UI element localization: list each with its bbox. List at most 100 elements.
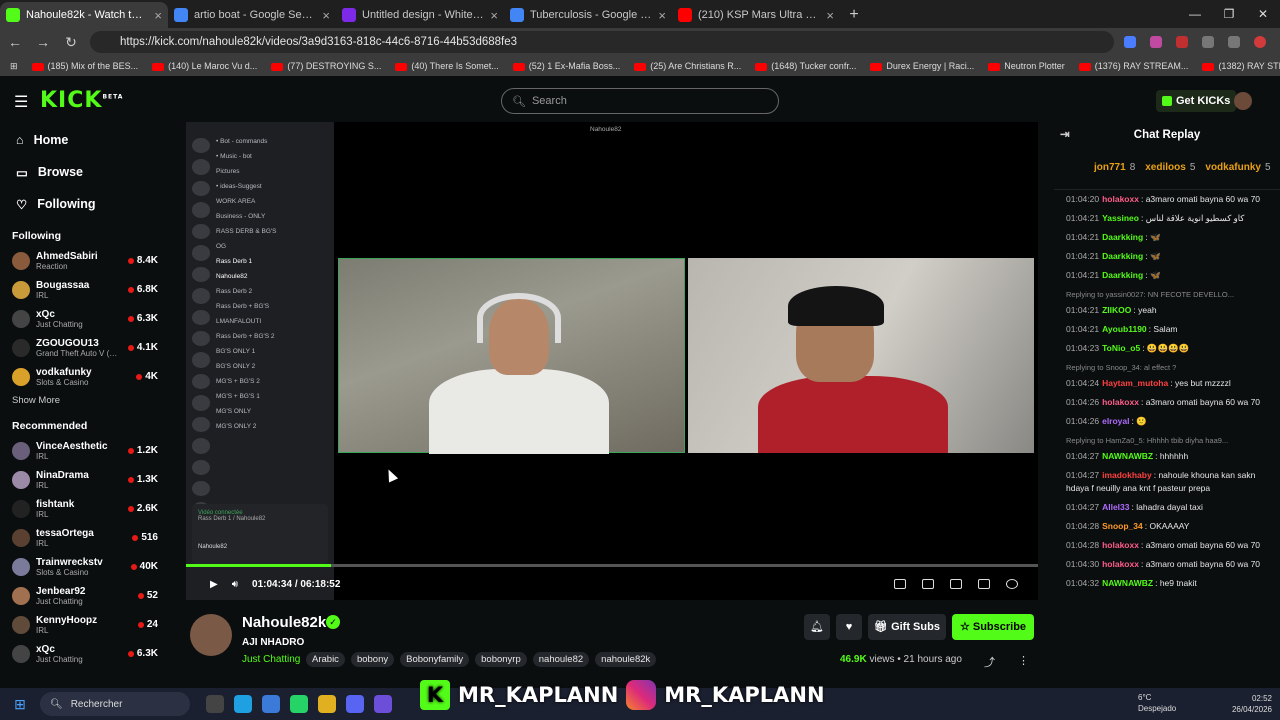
message-username[interactable]: NAWNAWBZ bbox=[1102, 578, 1153, 588]
message-username[interactable]: Daarkking bbox=[1102, 251, 1143, 261]
windows-start-icon[interactable]: ⊞ bbox=[0, 696, 40, 713]
video-player[interactable]: • Bot - commands • Music - bot Pictures • i… bbox=[186, 122, 1038, 600]
channel-avatar[interactable] bbox=[190, 614, 232, 656]
channel-item[interactable]: xQc Just Chatting 6.3K bbox=[0, 639, 170, 668]
reload-icon[interactable]: ↻ bbox=[62, 34, 80, 51]
bell-icon[interactable]: 🔔︎ bbox=[804, 614, 830, 640]
channel-item[interactable]: vodkafunky Slots & Casino 4K bbox=[0, 362, 170, 391]
file-explorer-icon[interactable] bbox=[318, 695, 336, 713]
forward-icon[interactable]: → bbox=[34, 34, 52, 50]
clock[interactable]: 02:52 26/04/2026 bbox=[1232, 693, 1272, 715]
maximize-icon[interactable]: ❐ bbox=[1212, 0, 1246, 28]
channel-item[interactable]: Jenbear92 Just Chatting 52 bbox=[0, 581, 170, 610]
collapse-chat-icon[interactable]: ⇥ bbox=[1060, 124, 1070, 146]
edge-icon[interactable] bbox=[262, 695, 280, 713]
tag-chip[interactable]: Bobonyfamily bbox=[400, 652, 470, 667]
copilot-icon[interactable] bbox=[234, 695, 252, 713]
browser-tab[interactable]: Untitled design - Whiteboard × bbox=[336, 2, 504, 28]
browser-tab[interactable]: Nahoule82k - Watch the VO × bbox=[0, 2, 168, 28]
tag-chip[interactable]: bobonyrp bbox=[475, 652, 527, 667]
message-username[interactable]: holakoxx bbox=[1102, 559, 1139, 569]
tag-chip[interactable]: nahoule82 bbox=[532, 652, 590, 667]
clip-icon[interactable] bbox=[894, 579, 906, 589]
close-tab-icon[interactable]: × bbox=[658, 8, 666, 23]
close-tab-icon[interactable]: × bbox=[826, 8, 834, 23]
profile-icon[interactable] bbox=[1254, 36, 1266, 48]
message-username[interactable]: Daarkking bbox=[1102, 270, 1143, 280]
settings-icon[interactable] bbox=[1006, 579, 1018, 589]
channel-item[interactable]: ZGOUGOU13 Grand Theft Auto V (G... 4.1K bbox=[0, 333, 170, 362]
bookmark-item[interactable]: (52) 1 Ex-Mafia Boss... bbox=[512, 61, 620, 71]
nav-following[interactable]: ♡ Following bbox=[0, 188, 170, 220]
close-icon[interactable]: ✕ bbox=[1246, 0, 1280, 28]
channel-item[interactable]: Bougassaa IRL 6.8K bbox=[0, 275, 170, 304]
apps-icon[interactable]: ⊞ bbox=[10, 61, 18, 72]
channel-item[interactable]: NinaDrama IRL 1.3K bbox=[0, 465, 170, 494]
search-input[interactable]: 🔍︎ Search bbox=[501, 88, 779, 114]
channel-item[interactable]: AhmedSabiri Reaction 8.4K bbox=[0, 246, 170, 275]
extension-icon[interactable] bbox=[1176, 36, 1188, 48]
bookmark-item[interactable]: Neutron Plotter bbox=[988, 61, 1065, 71]
bookmark-item[interactable]: (185) Mix of the BES... bbox=[31, 61, 138, 71]
message-username[interactable]: NAWNAWBZ bbox=[1102, 451, 1153, 461]
category-link[interactable]: Just Chatting bbox=[242, 654, 300, 665]
close-tab-icon[interactable]: × bbox=[490, 8, 498, 23]
channel-item[interactable]: KennyHoopz IRL 24 bbox=[0, 610, 170, 639]
message-username[interactable]: imadokhaby bbox=[1102, 470, 1152, 480]
message-username[interactable]: holakoxx bbox=[1102, 397, 1139, 407]
pip-icon[interactable] bbox=[950, 579, 962, 589]
browser-tab[interactable]: (210) KSP Mars Ultra Direct: Lu × bbox=[672, 2, 840, 28]
fullscreen-icon[interactable] bbox=[978, 579, 990, 589]
menu-icon[interactable]: ☰ bbox=[14, 92, 28, 112]
message-username[interactable]: elroyal bbox=[1102, 416, 1129, 426]
puzzle-icon[interactable] bbox=[1202, 36, 1214, 48]
message-username[interactable]: Allel33 bbox=[1102, 502, 1129, 512]
theatre-icon[interactable] bbox=[922, 579, 934, 589]
user-avatar[interactable] bbox=[1234, 92, 1252, 110]
close-tab-icon[interactable]: × bbox=[322, 8, 330, 23]
message-username[interactable]: Ayoub1190 bbox=[1102, 324, 1147, 334]
bookmark-item[interactable]: (140) Le Maroc Vu d... bbox=[152, 61, 257, 71]
kick-logo[interactable]: KICKBETA bbox=[40, 88, 123, 113]
minimize-icon[interactable]: — bbox=[1178, 0, 1212, 28]
channel-item[interactable]: VinceAesthetic IRL 1.2K bbox=[0, 436, 170, 465]
back-icon[interactable]: ← bbox=[6, 34, 24, 50]
channel-item[interactable]: Trainwreckstv Slots & Casino 40K bbox=[0, 552, 170, 581]
task-view-icon[interactable] bbox=[206, 695, 224, 713]
message-username[interactable]: Daarkking bbox=[1102, 232, 1143, 242]
message-username[interactable]: holakoxx bbox=[1102, 540, 1139, 550]
message-username[interactable]: ToNio_o5 bbox=[1102, 343, 1140, 353]
channel-item[interactable]: fishtank IRL 2.6K bbox=[0, 494, 170, 523]
nav-browse[interactable]: ▭ Browse bbox=[0, 156, 170, 188]
share-icon[interactable]: ⤴ bbox=[984, 654, 995, 670]
seek-bar[interactable] bbox=[186, 564, 1038, 567]
volume-icon[interactable]: 🔊︎ bbox=[232, 579, 238, 590]
more-options-icon[interactable]: ⋮ bbox=[1018, 654, 1029, 667]
browser-tab[interactable]: Tuberculosis - Google Search × bbox=[504, 2, 672, 28]
bookmark-item[interactable]: (25) Are Christians R... bbox=[634, 61, 741, 71]
whatsapp-icon[interactable] bbox=[290, 695, 308, 713]
app-icon[interactable] bbox=[374, 695, 392, 713]
extension-icon[interactable] bbox=[1150, 36, 1162, 48]
star-icon[interactable] bbox=[1228, 36, 1240, 48]
weather-widget[interactable]: 6°C Despejado bbox=[1138, 692, 1176, 714]
bookmark-item[interactable]: (1648) Tucker confr... bbox=[755, 61, 856, 71]
tag-chip[interactable]: nahoule82k bbox=[595, 652, 657, 667]
show-more-button[interactable]: Show More bbox=[0, 391, 170, 410]
url-field[interactable]: https://kick.com/nahoule82k/videos/3a9d3… bbox=[90, 31, 1114, 53]
message-username[interactable]: ZIIKOO bbox=[1102, 305, 1131, 315]
tag-chip[interactable]: Arabic bbox=[306, 652, 345, 667]
tag-chip[interactable]: bobony bbox=[350, 652, 395, 667]
nav-home[interactable]: ⌂ Home bbox=[0, 124, 170, 156]
message-username[interactable]: Snoop_34 bbox=[1102, 521, 1143, 531]
get-kicks-button[interactable]: Get KICKs bbox=[1156, 90, 1237, 112]
channel-name[interactable]: Nahoule82k bbox=[242, 614, 326, 631]
browser-tab[interactable]: artio boat - Google Search × bbox=[168, 2, 336, 28]
taskbar-search[interactable]: 🔍︎ Rechercher bbox=[40, 692, 190, 716]
message-username[interactable]: holakoxx bbox=[1102, 194, 1139, 204]
message-username[interactable]: Yassineo bbox=[1102, 213, 1139, 223]
extension-icon[interactable] bbox=[1124, 36, 1136, 48]
bookmark-item[interactable]: (77) DESTROYING S... bbox=[271, 61, 381, 71]
play-icon[interactable]: ▶ bbox=[210, 579, 218, 590]
discord-icon[interactable] bbox=[346, 695, 364, 713]
